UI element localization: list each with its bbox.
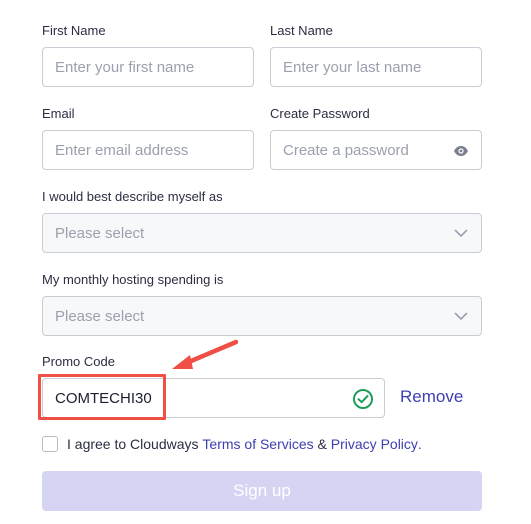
last-name-placeholder: Enter your last name [283, 58, 422, 76]
describe-label: I would best describe myself as [42, 189, 223, 204]
email-placeholder: Enter email address [55, 141, 189, 159]
describe-selected: Please select [55, 224, 145, 242]
terms-agreement: I agree to Cloudways Terms of Services &… [42, 436, 422, 452]
password-input[interactable]: Create a password [270, 130, 482, 170]
terms-checkbox[interactable] [42, 436, 58, 452]
first-name-input[interactable]: Enter your first name [42, 47, 254, 87]
signup-button[interactable]: Sign up [42, 471, 482, 511]
eye-icon[interactable] [453, 143, 469, 159]
terms-link[interactable]: Terms of Services [202, 436, 313, 452]
privacy-link[interactable]: Privacy Policy [331, 436, 418, 452]
arrow-icon [160, 330, 250, 380]
chevron-down-icon [453, 308, 469, 324]
spending-select[interactable]: Please select [42, 296, 482, 336]
last-name-input[interactable]: Enter your last name [270, 47, 482, 87]
spending-label: My monthly hosting spending is [42, 272, 224, 287]
email-input[interactable]: Enter email address [42, 130, 254, 170]
remove-promo-link[interactable]: Remove [400, 387, 463, 407]
agree-amp: & [313, 436, 331, 452]
check-circle-icon [352, 388, 374, 410]
spending-selected: Please select [55, 307, 145, 325]
promo-highlight-box [38, 374, 166, 420]
email-label: Email [42, 106, 75, 121]
agree-suffix: . [417, 436, 422, 452]
password-label: Create Password [270, 106, 370, 121]
promo-label: Promo Code [42, 354, 115, 369]
first-name-placeholder: Enter your first name [55, 58, 195, 76]
chevron-down-icon [453, 225, 469, 241]
agree-prefix: I agree to Cloudways [67, 436, 203, 452]
last-name-label: Last Name [270, 23, 333, 38]
describe-select[interactable]: Please select [42, 213, 482, 253]
first-name-label: First Name [42, 23, 106, 38]
password-placeholder: Create a password [283, 141, 409, 159]
